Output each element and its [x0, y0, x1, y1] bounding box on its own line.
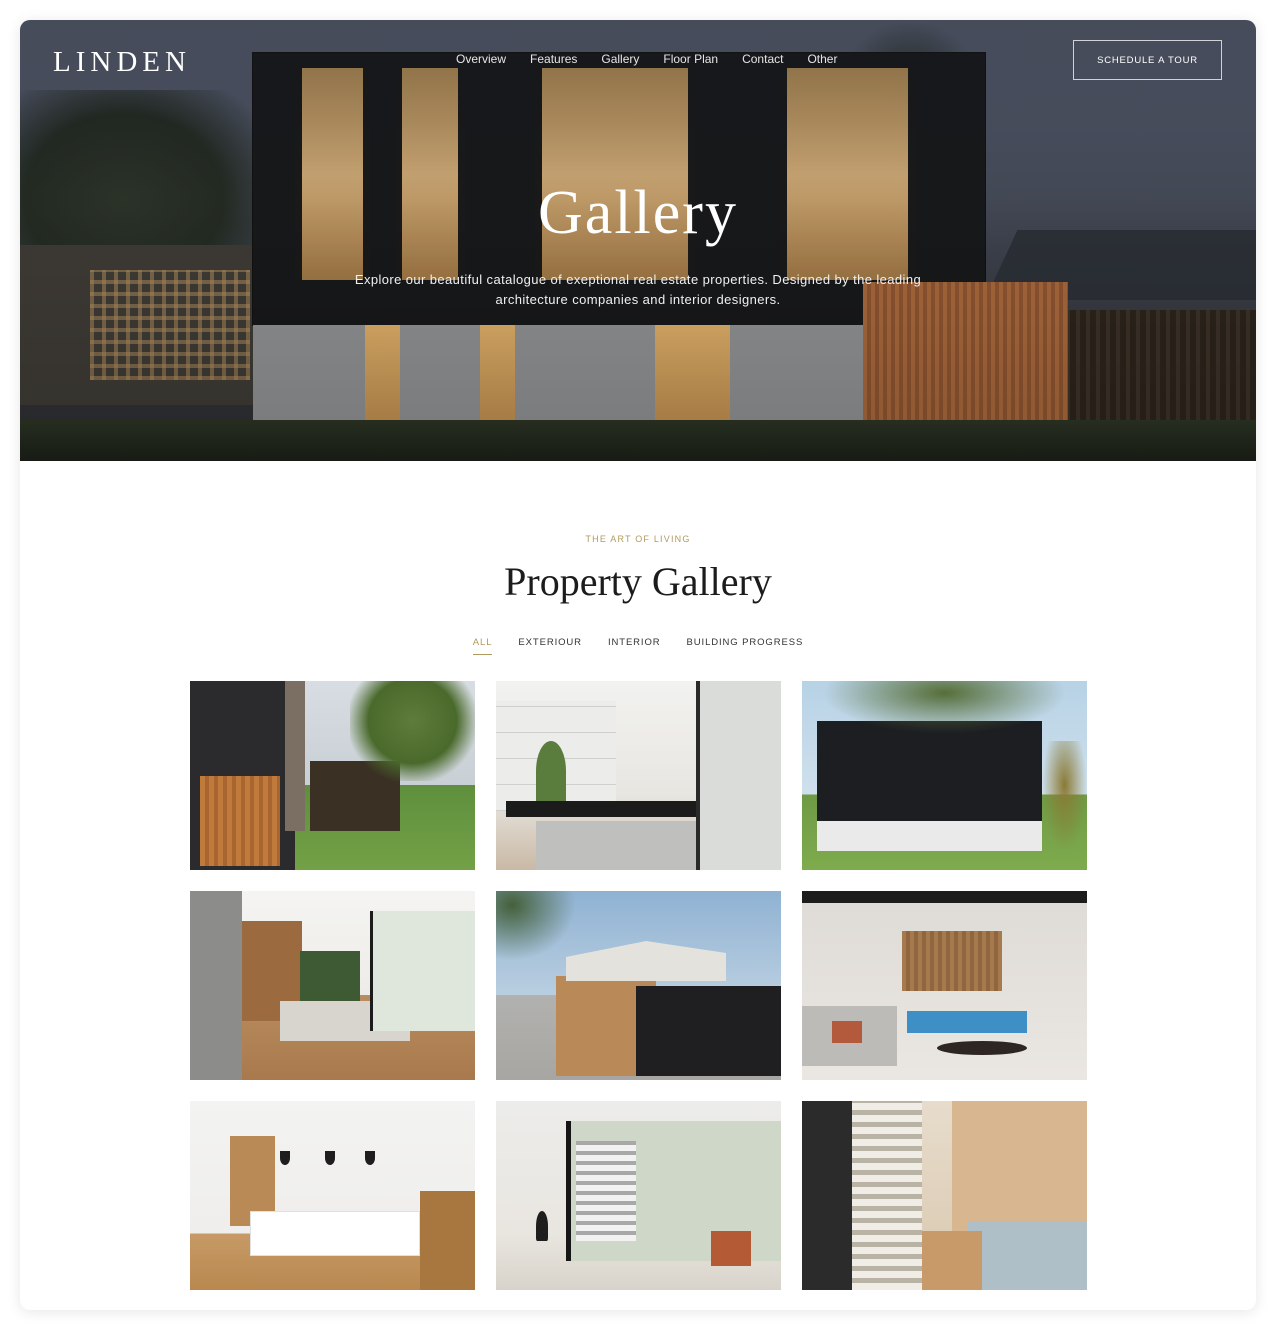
nav-overview[interactable]: Overview: [456, 52, 506, 66]
nav-other[interactable]: Other: [807, 52, 837, 66]
schedule-tour-button[interactable]: SCHEDULE A TOUR: [1073, 40, 1222, 80]
gallery-image-exterior-facade[interactable]: [496, 891, 781, 1080]
filter-exteriour[interactable]: EXTERIOUR: [518, 637, 582, 655]
gallery-image-dining-room[interactable]: [496, 681, 781, 870]
filter-all[interactable]: ALL: [472, 637, 493, 655]
gallery-image-kitchen[interactable]: [190, 1101, 475, 1290]
nav-gallery[interactable]: Gallery: [601, 52, 639, 66]
gallery-image-lounge-pool[interactable]: [802, 891, 1087, 1080]
hero-title: Gallery: [538, 179, 738, 247]
page-frame: LINDEN Overview Features Gallery Floor P…: [20, 20, 1256, 1310]
filter-building-progress[interactable]: BUILDING PROGRESS: [687, 637, 804, 655]
gallery-image-exterior-black-house[interactable]: [802, 681, 1087, 870]
filter-interior[interactable]: INTERIOR: [608, 637, 661, 655]
nav-features[interactable]: Features: [530, 52, 577, 66]
nav-floor-plan[interactable]: Floor Plan: [663, 52, 718, 66]
nav-contact[interactable]: Contact: [742, 52, 783, 66]
gallery-image-living-room[interactable]: [190, 891, 475, 1080]
gallery-grid: [190, 681, 1087, 1290]
gallery-image-bedroom-view[interactable]: [496, 1101, 781, 1290]
gallery-filters: ALL EXTERIOUR INTERIOR BUILDING PROGRESS: [20, 637, 1256, 655]
gallery-image-bedroom[interactable]: [802, 1101, 1087, 1290]
main-nav: Overview Features Gallery Floor Plan Con…: [456, 52, 861, 66]
hero-banner: LINDEN Overview Features Gallery Floor P…: [20, 20, 1256, 461]
section-title: Property Gallery: [504, 559, 772, 604]
gallery-image-exterior-tree[interactable]: [190, 681, 475, 870]
hero-subtitle: Explore our beautiful catalogue of exept…: [354, 272, 922, 307]
brand-logo[interactable]: LINDEN: [53, 46, 191, 79]
section-eyebrow: THE ART OF LIVING: [585, 534, 691, 544]
